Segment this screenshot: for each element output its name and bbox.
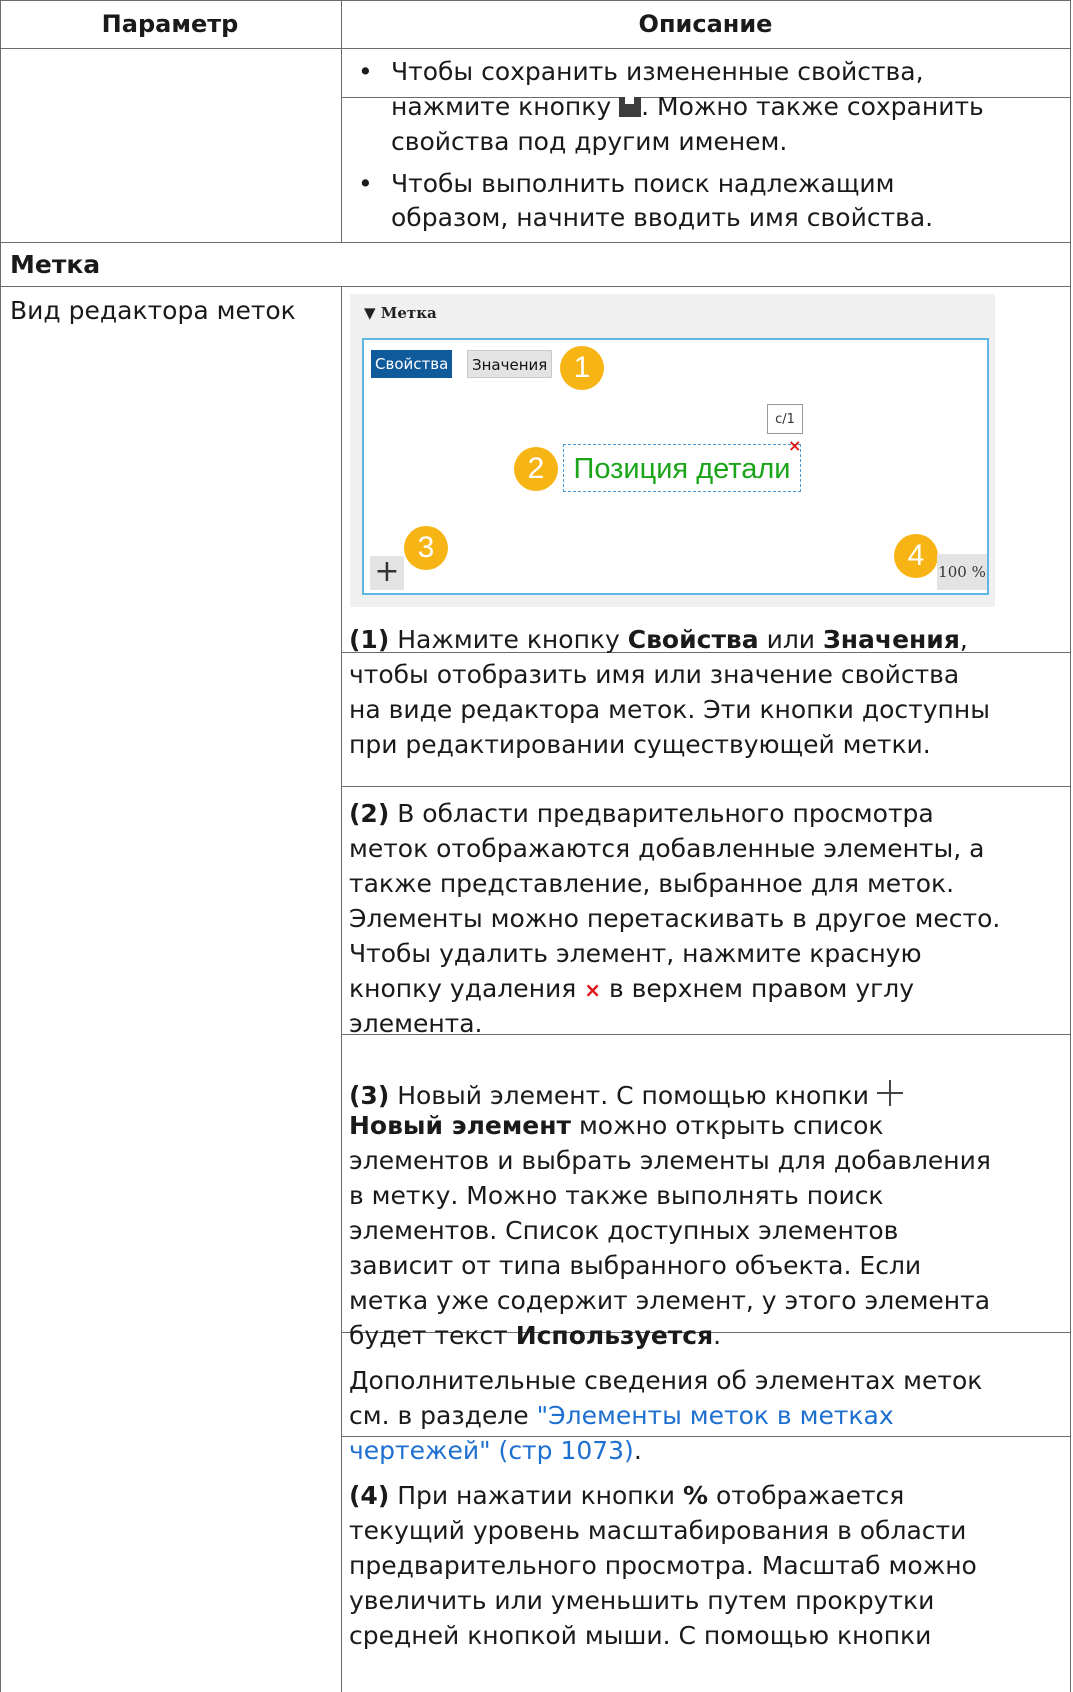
desc-3-l8b: Используется <box>515 1321 714 1350</box>
red-remove-icon: × <box>584 978 602 1002</box>
desc-3-line-5: элементов. Список доступных элементов <box>349 1216 899 1245</box>
desc-2-line-6: кнопку удаления × в верхнем правом углу <box>349 972 914 1007</box>
desc-3-l8a: будет текст <box>349 1321 516 1350</box>
desc-2-l6b: в верхнем правом углу <box>609 974 915 1003</box>
callout-4: 4 <box>894 534 938 578</box>
zoom-level-button[interactable]: 100 % <box>937 554 987 590</box>
label-elements-link[interactable]: "Элементы меток в метках <box>537 1401 894 1430</box>
desc-2-line-5: Чтобы удалить элемент, нажмите красную <box>349 939 922 968</box>
desc-1-line-2: чтобы отобразить имя или значение свойст… <box>349 660 960 689</box>
desc-3-bold: Новый элемент <box>349 1111 571 1140</box>
desc-4-line-1: Дополнительные сведения об элементах мет… <box>349 1366 983 1395</box>
desc-5-c: отображается <box>708 1481 905 1510</box>
callout-2: 2 <box>514 447 558 491</box>
desc-3-line-6: зависит от типа выбранного объекта. Если <box>349 1251 922 1280</box>
add-element-button[interactable]: + <box>370 556 404 590</box>
format-box: c/1 <box>767 404 803 434</box>
desc-5-line-3: предварительного просмотра. Масштаб можн… <box>349 1551 977 1580</box>
desc-3-num: (3) <box>349 1081 390 1110</box>
desc-3-line-1: (3) Новый элемент. С помощью кнопки <box>349 1074 905 1112</box>
desc-4-l2a: см. в разделе <box>349 1401 537 1430</box>
desc-1-line-4: при редактировании существующей метки. <box>349 730 931 759</box>
section-title: Метка <box>10 250 101 279</box>
desc-1-c: или <box>758 625 823 654</box>
desc-3-l8c: . <box>713 1321 722 1350</box>
desc-2-line-1: (2) В области предварительного просмотра <box>349 797 934 830</box>
desc-5-line-2: текущий уровень масштабирования в област… <box>349 1516 967 1545</box>
callout-1: 1 <box>560 346 604 390</box>
desc-4-line-2: см. в разделе "Элементы меток в метках <box>349 1399 894 1432</box>
desc-1-d: , <box>959 625 968 654</box>
bullet-1-line-2: нажмите кнопку . Можно также сохранить <box>391 90 984 123</box>
desc-1-a: Нажмите кнопку <box>389 625 628 654</box>
desc-3-line-2: Новый элемент можно открыть список <box>349 1109 884 1142</box>
label-preview-area: Свойства Значения 1 c/1 2 Позиция детали… <box>362 338 989 595</box>
column-divider-bottom <box>341 286 342 1692</box>
desc-3-l1: Новый элемент. С помощью кнопки <box>389 1081 869 1110</box>
desc-2-line-7: элемента. <box>349 1009 483 1038</box>
desc-3-line-8: будет текст Используется. <box>349 1319 721 1352</box>
bullet-marker-2: • <box>358 169 373 198</box>
bullet-2-line-1: Чтобы выполнить поиск надлежащим <box>391 169 895 198</box>
cell-divider-2 <box>341 786 1070 787</box>
properties-tab-button[interactable]: Свойства <box>371 350 453 378</box>
desc-3-line-4: в метку. Можно также выполнять поиск <box>349 1181 884 1210</box>
row-divider-2 <box>1 286 1070 287</box>
desc-1-b1: Свойства <box>627 625 759 654</box>
label-elements-link-cont[interactable]: чертежей" (стр 1073) <box>349 1436 634 1465</box>
desc-5-line-5: средней кнопкой мыши. С помощью кнопки <box>349 1621 932 1650</box>
desc-2-l6a: кнопку удаления <box>349 974 577 1003</box>
desc-5-b: % <box>682 1481 709 1510</box>
desc-1-line-3: на виде редактора меток. Эти кнопки дост… <box>349 695 990 724</box>
row-divider-1 <box>1 242 1070 243</box>
callout-3: 3 <box>404 526 448 570</box>
desc-5-line-4: увеличить или уменьшить путем прокрутки <box>349 1586 935 1615</box>
table-border-top <box>1 0 1070 1</box>
save-icon <box>619 97 642 117</box>
header-desc: Описание <box>638 10 773 38</box>
label-element[interactable]: Позиция детали <box>563 444 801 492</box>
desc-5-a: При нажатии кнопки <box>389 1481 683 1510</box>
desc-3-line-7: метка уже содержит элемент, у этого элем… <box>349 1286 991 1315</box>
desc-5-num: (4) <box>349 1481 390 1510</box>
desc-4-end: . <box>633 1436 642 1465</box>
desc-1-b2: Значения <box>823 625 960 654</box>
desc-5-line-1: (4) При нажатии кнопки % отображается <box>349 1479 904 1512</box>
bullet-marker-1: • <box>358 57 373 86</box>
bullet-1-line-3: свойства под другим именем. <box>391 127 788 156</box>
desc-2-l1: В области предварительного просмотра <box>389 799 934 828</box>
desc-1-line-1: (1) Нажмите кнопку Свойства или Значения… <box>349 623 968 656</box>
plus-icon <box>875 1078 905 1108</box>
header-divider <box>1 48 1070 49</box>
desc-1-num: (1) <box>349 625 390 654</box>
editor-title: ▼ Метка <box>364 304 437 322</box>
remove-element-icon[interactable]: × <box>788 436 801 455</box>
bullet-2-line-2: образом, начните вводить имя свойства. <box>391 203 934 232</box>
bullet-1-line-1: Чтобы сохранить измененные свойства, <box>391 57 924 86</box>
bullet-1-text-b: . Можно также сохранить <box>641 92 984 121</box>
desc-3-line-3: элементов и выбрать элементы для добавле… <box>349 1146 991 1175</box>
label-editor-screenshot: ▼ Метка Свойства Значения 1 c/1 2 Позици… <box>350 294 995 607</box>
param-name: Вид редактора меток <box>10 296 296 325</box>
desc-3-l2: можно открыть список <box>571 1111 884 1140</box>
header-param: Параметр <box>101 10 239 38</box>
bullet-1-text-a: нажмите кнопку <box>391 92 612 121</box>
desc-2-line-3: также представление, выбранное для меток… <box>349 869 955 898</box>
desc-2-line-2: меток отображаются добавленные элементы,… <box>349 834 985 863</box>
desc-2-num: (2) <box>349 799 390 828</box>
values-tab-button[interactable]: Значения <box>467 350 553 378</box>
desc-2-line-4: Элементы можно перетаскивать в другое ме… <box>349 904 1001 933</box>
desc-4-line-3: чертежей" (стр 1073). <box>349 1434 642 1467</box>
